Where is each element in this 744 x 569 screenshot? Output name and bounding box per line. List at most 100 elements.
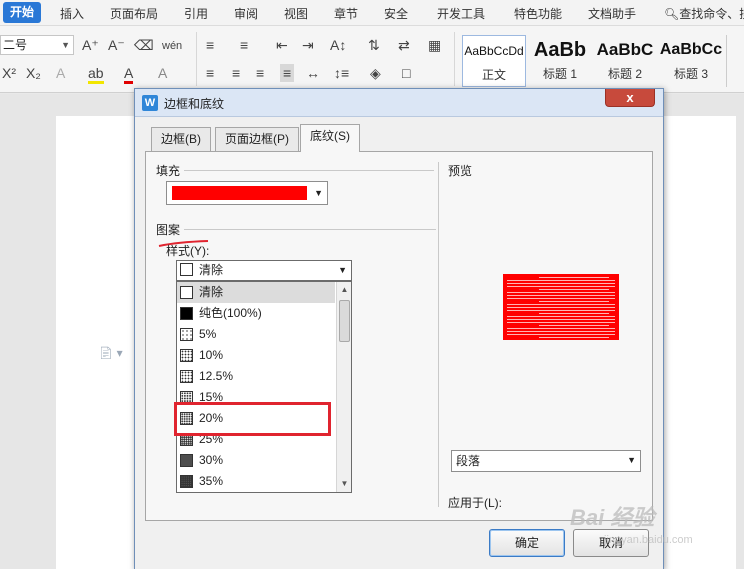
decrease-indent-icon[interactable]: ⇤ bbox=[276, 36, 288, 54]
preview-line bbox=[539, 289, 609, 290]
tab-developer[interactable]: 开发工具 bbox=[437, 5, 485, 22]
tab-page-borders[interactable]: 页面边框(P) bbox=[215, 127, 299, 151]
list-item-label: 5% bbox=[199, 327, 217, 341]
text-direction-icon[interactable]: A↕ bbox=[330, 36, 346, 54]
tab-features[interactable]: 特色功能 bbox=[514, 5, 562, 22]
tab-references[interactable]: 引用 bbox=[184, 5, 208, 22]
borders-icon[interactable]: □ bbox=[402, 64, 410, 82]
pattern-swatch-icon bbox=[180, 328, 193, 341]
style-heading-2[interactable]: AaBbC 标题 2 bbox=[594, 35, 656, 87]
list-item-label: 12.5% bbox=[199, 369, 234, 383]
tab-security[interactable]: 安全 bbox=[384, 5, 408, 22]
list-item[interactable]: 清除 bbox=[177, 282, 335, 303]
align-right-icon[interactable]: ≡ bbox=[256, 64, 264, 82]
sort-icon[interactable]: ⇅ bbox=[368, 36, 380, 54]
dialog-titlebar[interactable]: W 边框和底纹 x bbox=[135, 89, 663, 117]
list-item[interactable]: 30% bbox=[177, 450, 335, 471]
list-item-label: 纯色(100%) bbox=[199, 306, 262, 320]
preview-line bbox=[539, 301, 609, 302]
increase-indent-icon[interactable]: ⇥ bbox=[302, 36, 314, 54]
style-heading-1[interactable]: AaBb 标题 1 bbox=[528, 35, 592, 87]
align-center-icon[interactable]: ≡ bbox=[232, 64, 240, 82]
preview-line bbox=[507, 328, 615, 329]
clear-format-icon[interactable]: ⌫ bbox=[134, 36, 154, 54]
chevron-down-icon: ▼ bbox=[314, 188, 323, 198]
list-item[interactable]: 10% bbox=[177, 345, 335, 366]
justify-icon[interactable]: ≡ bbox=[280, 64, 295, 82]
tab-borders[interactable]: 边框(B) bbox=[151, 127, 211, 151]
dialog-title: 边框和底纹 bbox=[164, 97, 225, 111]
preview-line bbox=[539, 277, 609, 278]
wps-logo-icon: W bbox=[142, 95, 158, 111]
style-heading-3[interactable]: AaBbCc 标题 3 bbox=[658, 35, 724, 87]
superscript-icon[interactable]: X² bbox=[2, 64, 16, 82]
style-label: 标题 1 bbox=[542, 67, 577, 81]
subscript-icon[interactable]: X₂ bbox=[26, 64, 41, 82]
tab-doc-assistant[interactable]: 文档助手 bbox=[588, 5, 636, 22]
list-scrollbar[interactable]: ▲ ▼ bbox=[336, 282, 351, 492]
numbered-list-icon[interactable]: ≡ bbox=[240, 36, 248, 54]
preview-line bbox=[507, 316, 615, 317]
scroll-thumb[interactable] bbox=[339, 300, 350, 342]
selected-style: 清除 bbox=[177, 261, 327, 280]
grow-font-icon[interactable]: A⁺ bbox=[82, 36, 99, 54]
char-shading-icon[interactable]: A bbox=[158, 64, 167, 82]
pattern-swatch-icon bbox=[180, 263, 193, 276]
distributed-icon[interactable]: ↔ bbox=[306, 64, 320, 82]
preview-line bbox=[507, 283, 615, 284]
font-size-value: 二号 bbox=[3, 38, 28, 52]
style-sample: AaBb bbox=[533, 39, 587, 61]
line-spacing-icon[interactable]: ↕≡ bbox=[334, 64, 349, 82]
fill-color-select[interactable]: ▼ bbox=[166, 181, 328, 205]
pattern-swatch-icon bbox=[180, 349, 193, 362]
list-item[interactable]: 5% bbox=[177, 324, 335, 345]
list-item[interactable]: 纯色(100%) bbox=[177, 303, 335, 324]
group-divider bbox=[184, 170, 434, 171]
tab-view[interactable]: 视图 bbox=[284, 5, 308, 22]
tab-chapter[interactable]: 章节 bbox=[334, 5, 358, 22]
pattern-swatch-icon bbox=[180, 286, 193, 299]
shading-icon[interactable]: ◈ bbox=[370, 64, 381, 82]
pattern-swatch-icon bbox=[180, 370, 193, 383]
apply-to-select[interactable]: 段落 ▼ bbox=[451, 450, 641, 472]
ok-button[interactable]: 确定 bbox=[489, 529, 565, 557]
tab-stops-icon[interactable]: ⇄ bbox=[398, 36, 410, 54]
close-button[interactable]: x bbox=[605, 89, 655, 107]
pattern-style-list[interactable]: 清除 纯色(100%) 5% 10% 12.5% 15% 20% 25% 30% 35% ▲ ▼ bbox=[176, 281, 352, 493]
phonetic-guide-icon[interactable]: wén bbox=[162, 37, 182, 55]
scroll-down-icon[interactable]: ▼ bbox=[337, 476, 351, 492]
font-color-icon[interactable]: A bbox=[124, 64, 134, 84]
tab-page-layout[interactable]: 页面布局 bbox=[110, 5, 158, 22]
shrink-font-icon[interactable]: A⁻ bbox=[108, 36, 125, 54]
ribbon-toolbar: 二号 ▼ A⁺ A⁻ ⌫ wén X² X₂ A ab A A ≡ ≡ ⇤ ⇥ … bbox=[0, 26, 744, 93]
tab-review[interactable]: 审阅 bbox=[234, 5, 258, 22]
preview-line bbox=[507, 292, 615, 293]
pattern-style-select[interactable]: 清除 ▼ bbox=[176, 260, 352, 281]
highlight-icon[interactable]: ab bbox=[88, 64, 104, 84]
preview-line bbox=[507, 286, 615, 287]
style-sample: AaBbC bbox=[596, 40, 654, 59]
tab-insert[interactable]: 插入 bbox=[60, 5, 84, 22]
table-borders-icon[interactable]: ▦ bbox=[428, 36, 441, 54]
paragraph-marker-icon[interactable]: 📄︎ ▾ bbox=[98, 346, 123, 360]
list-item[interactable]: 35% bbox=[177, 471, 335, 492]
command-search[interactable]: 🔍︎查找命令、搜 bbox=[664, 5, 744, 22]
toolbar-divider bbox=[196, 32, 197, 86]
preview-label: 预览 bbox=[448, 164, 473, 178]
text-effect-icon[interactable]: A bbox=[56, 64, 65, 82]
fill-color-swatch bbox=[172, 186, 307, 200]
style-normal[interactable]: AaBbCcDd 正文 bbox=[462, 35, 526, 87]
list-item[interactable]: 12.5% bbox=[177, 366, 335, 387]
tab-shading[interactable]: 底纹(S) bbox=[300, 124, 360, 152]
bullet-list-icon[interactable]: ≡ bbox=[206, 36, 214, 54]
align-left-icon[interactable]: ≡ bbox=[206, 64, 214, 82]
style-label: 标题 2 bbox=[607, 67, 642, 81]
apply-to-value: 段落 bbox=[456, 454, 481, 468]
scroll-up-icon[interactable]: ▲ bbox=[337, 282, 351, 298]
tab-home[interactable]: 开始 bbox=[3, 2, 42, 23]
preview-line bbox=[539, 313, 609, 314]
preview-line bbox=[507, 304, 615, 305]
preview-line bbox=[507, 307, 615, 308]
font-size-select[interactable]: 二号 ▼ bbox=[0, 35, 74, 55]
styles-scrollbar[interactable] bbox=[726, 35, 742, 87]
